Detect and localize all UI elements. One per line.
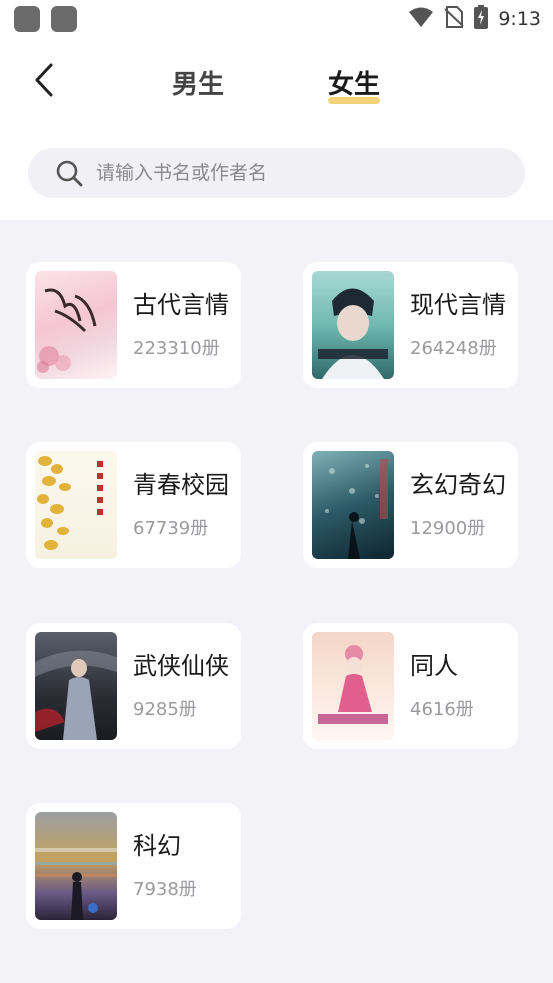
book-count: 12900册 (410, 518, 486, 539)
book-cover-image (35, 451, 117, 559)
search-icon (54, 158, 84, 188)
category-card-wuxia-xianxia[interactable]: 武侠仙侠 9285册 (26, 623, 241, 749)
category-card-fanfiction[interactable]: 同人 4616册 (303, 623, 518, 749)
book-count: 4616册 (410, 699, 474, 720)
back-button[interactable] (26, 60, 62, 104)
book-cover-image (35, 271, 117, 379)
category-name: 古代言情 (133, 291, 229, 319)
clock: 9:13 (498, 8, 541, 30)
book-cover-image (312, 271, 394, 379)
tab-male[interactable]: 男生 (172, 64, 224, 101)
status-bar: 9:13 (0, 0, 553, 40)
category-name: 玄幻奇幻 (410, 471, 506, 499)
category-card-fantasy[interactable]: 玄幻奇幻 12900册 (303, 442, 518, 568)
category-card-sci-fi[interactable]: 科幻 7938册 (26, 803, 241, 929)
tab-female[interactable]: 女生 (328, 64, 381, 104)
no-sim-icon (444, 6, 465, 32)
category-card-modern-romance[interactable]: 现代言情 264248册 (303, 262, 518, 388)
header: 男生 女生 (0, 40, 553, 130)
back-arrow-icon (34, 63, 54, 101)
search-bar[interactable] (28, 148, 525, 198)
category-grid: 古代言情 223310册 现代言情 264248册 青春校园 67739册 玄幻… (0, 220, 553, 983)
book-count: 7938册 (133, 879, 197, 900)
book-count: 67739册 (133, 518, 209, 539)
book-cover-image (312, 451, 394, 559)
notification-app-icon (14, 6, 40, 32)
book-cover-image (35, 632, 117, 740)
category-name: 同人 (410, 652, 458, 680)
battery-charging-icon (474, 5, 489, 33)
category-name: 现代言情 (410, 291, 506, 319)
search-input[interactable] (96, 162, 476, 184)
wifi-icon (408, 6, 434, 32)
category-card-youth-campus[interactable]: 青春校园 67739册 (26, 442, 241, 568)
category-name: 科幻 (133, 832, 181, 860)
book-count: 264248册 (410, 338, 497, 359)
book-count: 223310册 (133, 338, 220, 359)
book-cover-image (35, 812, 117, 920)
book-cover-image (312, 632, 394, 740)
tab-female-label: 女生 (328, 70, 381, 100)
category-name: 青春校园 (133, 471, 229, 499)
category-name: 武侠仙侠 (133, 652, 229, 680)
book-count: 9285册 (133, 699, 197, 720)
category-card-ancient-romance[interactable]: 古代言情 223310册 (26, 262, 241, 388)
notification-app-icon (51, 6, 77, 32)
search-area (0, 130, 553, 220)
